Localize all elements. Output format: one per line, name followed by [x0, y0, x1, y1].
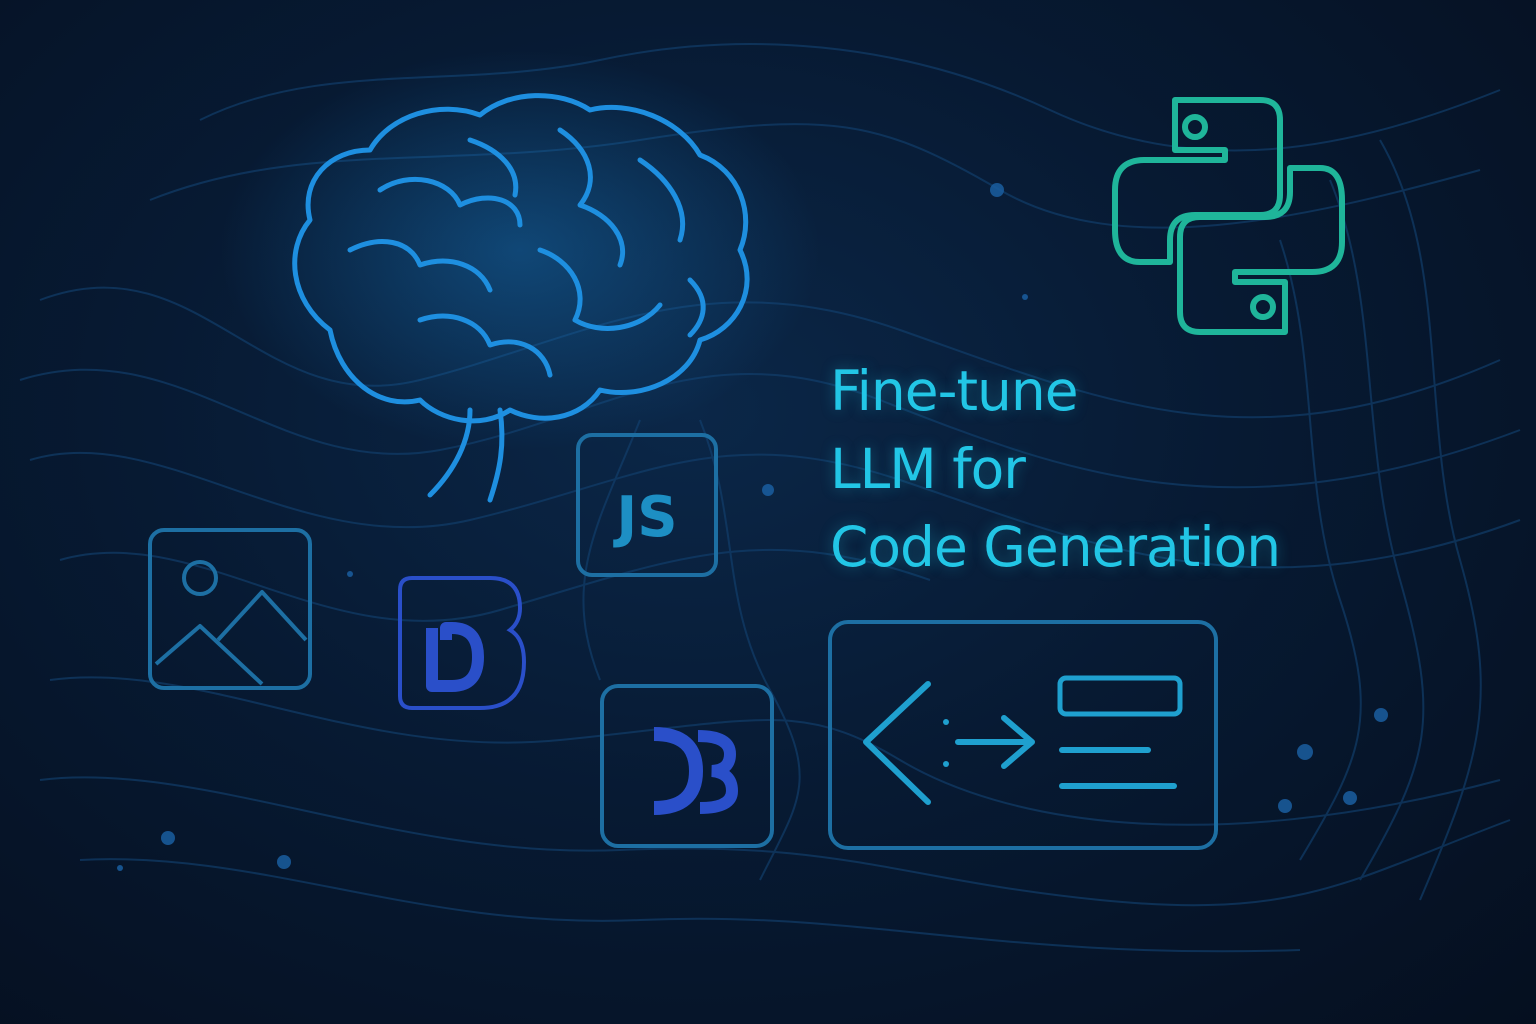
headline-line-3: Code Generation [830, 515, 1281, 579]
javascript-icon: JS [576, 433, 718, 577]
python-logo-icon [1112, 97, 1345, 335]
code-transform-icon [828, 620, 1218, 850]
headline-line-2: LLM for [830, 437, 1026, 501]
brain-icon [292, 93, 750, 503]
d-logo-icon [398, 576, 527, 710]
image-icon [148, 528, 312, 690]
headline-line-1: Fine-tune [830, 359, 1079, 423]
d3-logo-icon [600, 684, 774, 848]
javascript-icon-label: JS [612, 485, 677, 550]
hero-banner: JS Fine-tune LLM for Code Generation [0, 0, 1536, 1024]
headline: Fine-tune LLM for Code Generation [830, 352, 1390, 586]
